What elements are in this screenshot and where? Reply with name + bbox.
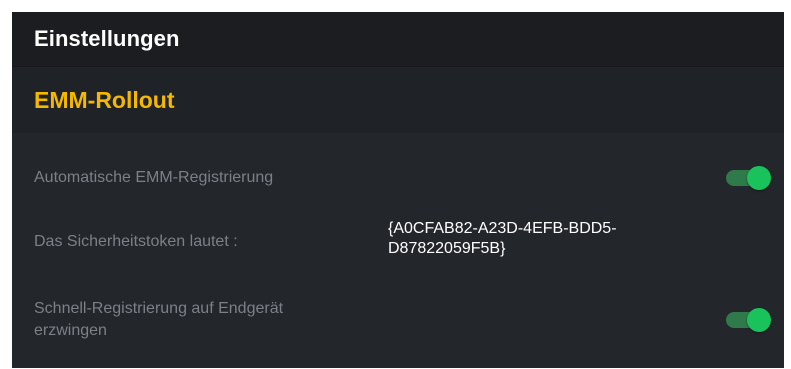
auto-registration-toggle[interactable] xyxy=(726,165,772,191)
security-token-value: {A0CFAB82-A23D-4EFB-BDD5- D87822059F5B} xyxy=(388,219,688,259)
security-token-value-line1: {A0CFAB82-A23D-4EFB-BDD5- xyxy=(388,220,617,237)
toggle-knob xyxy=(747,308,771,332)
section-header-emm-rollout: EMM-Rollout xyxy=(12,67,784,133)
security-token-value-line2: D87822059F5B} xyxy=(388,240,506,257)
force-quick-registration-toggle[interactable] xyxy=(726,307,772,333)
page-title: Einstellungen xyxy=(34,26,180,51)
force-quick-registration-label-line1: Schnell-Registrierung auf Endgerät xyxy=(34,300,284,317)
force-quick-registration-label: Schnell-Registrierung auf Endgerät erzwi… xyxy=(34,298,283,342)
security-token-label: Das Sicherheitstoken lautet : xyxy=(34,233,238,250)
section-title: EMM-Rollout xyxy=(34,86,175,113)
toggle-knob xyxy=(747,166,771,190)
settings-header: Einstellungen xyxy=(12,12,784,67)
settings-panel: Einstellungen EMM-Rollout Automatische E… xyxy=(12,12,784,368)
auto-registration-label: Automatische EMM-Registrierung xyxy=(34,169,274,186)
force-quick-registration-label-line2: erzwingen xyxy=(34,322,107,339)
